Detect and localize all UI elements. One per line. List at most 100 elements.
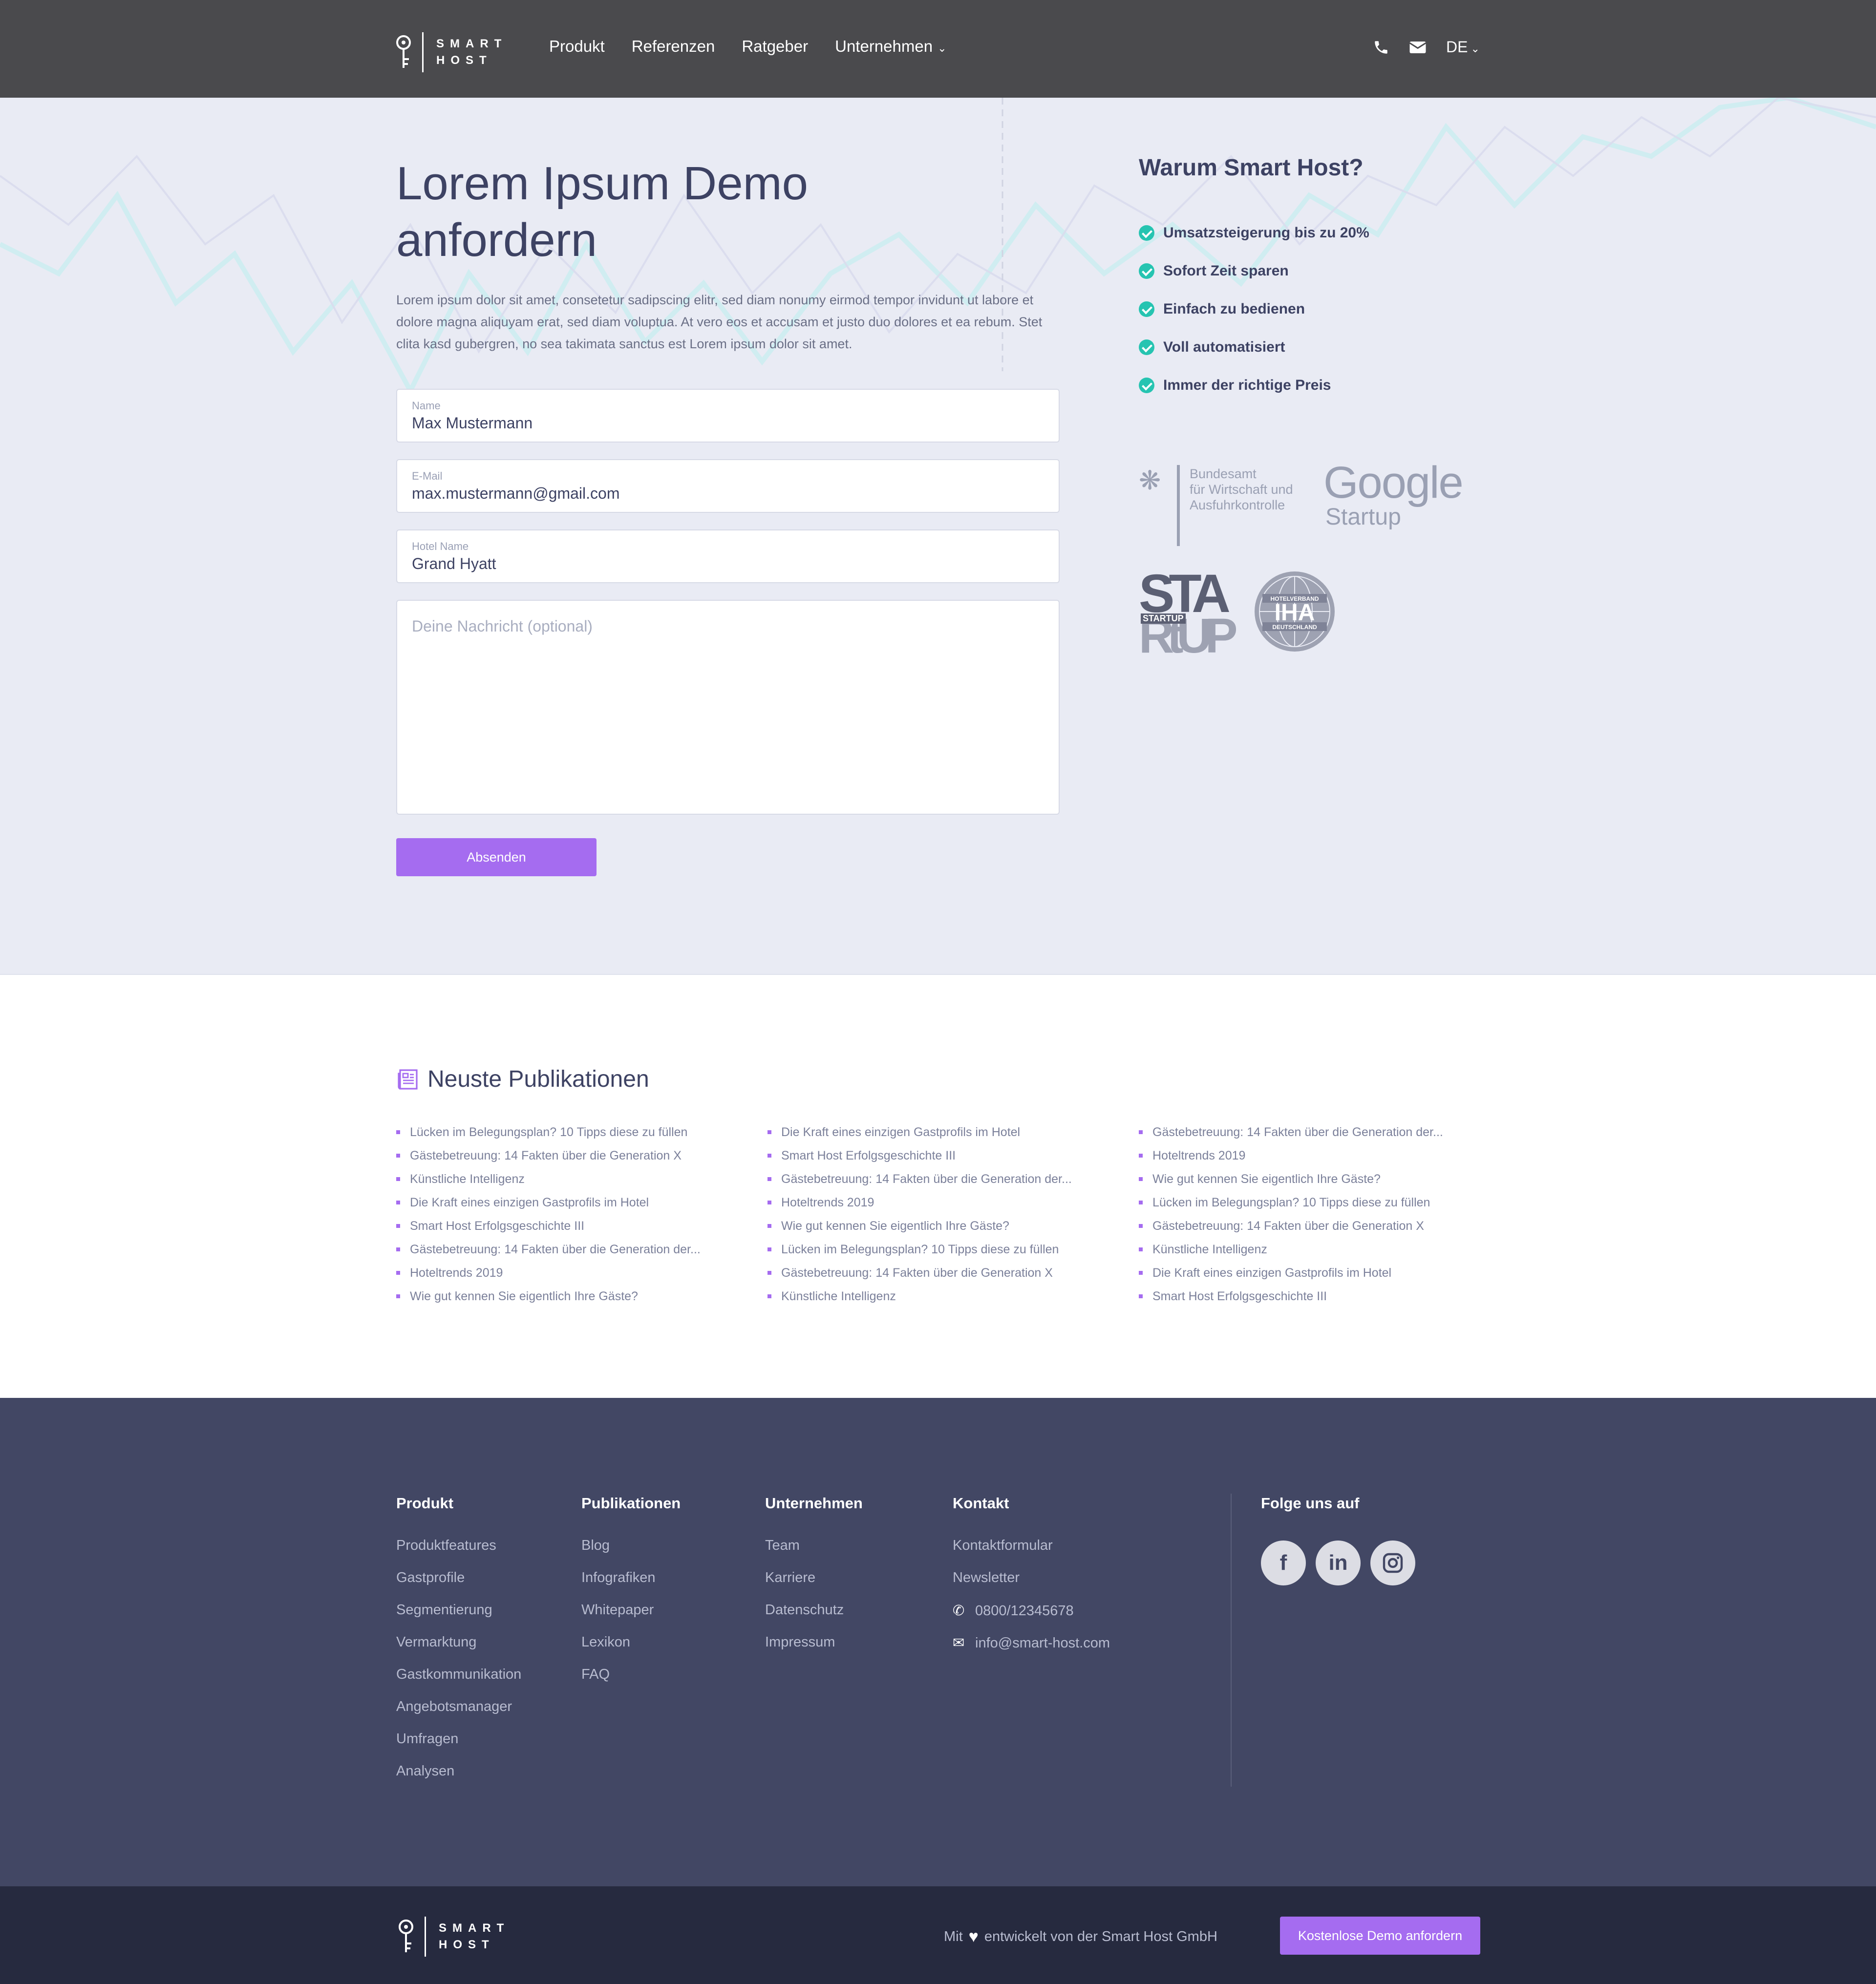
benefit-list: Umsatzsteigerung bis zu 20% Sofort Zeit …	[1139, 214, 1369, 404]
footer-link[interactable]: Impressum	[765, 1634, 863, 1667]
message-field[interactable]	[396, 600, 1060, 815]
footer-phone-number: 0800/12345678	[975, 1603, 1074, 1619]
publication-link[interactable]: Smart Host Erfolgsgeschichte III	[396, 1214, 701, 1238]
google-wordmark: Google	[1323, 458, 1464, 507]
footer-link[interactable]: Segmentierung	[396, 1602, 521, 1634]
publication-link[interactable]: Lücken im Belegungsplan? 10 Tipps diese …	[1139, 1191, 1443, 1214]
message-textarea[interactable]	[397, 601, 1059, 814]
benefit-label: Umsatzsteigerung bis zu 20%	[1163, 225, 1369, 241]
publication-link[interactable]: Künstliche Intelligenz	[396, 1167, 701, 1191]
iha-logo-mid-text: IHA	[1275, 600, 1315, 626]
footer-link[interactable]: Karriere	[765, 1570, 863, 1602]
demo-request-section: Lorem Ipsum Demo anfordern Lorem ipsum d…	[0, 98, 1876, 975]
language-selector[interactable]: DE ⌄	[1446, 38, 1480, 56]
logo-divider	[425, 1917, 426, 1957]
brand-logo[interactable]: SMART HOST	[394, 32, 507, 72]
publication-link[interactable]: Smart Host Erfolgsgeschichte III	[1139, 1285, 1443, 1308]
publication-link[interactable]: Lücken im Belegungsplan? 10 Tipps diese …	[767, 1238, 1072, 1261]
publication-link[interactable]: Die Kraft eines einzigen Gastprofils im …	[1139, 1261, 1443, 1285]
nav-item-produkt[interactable]: Produkt	[549, 37, 605, 56]
nav-item-referenzen[interactable]: Referenzen	[632, 37, 715, 56]
footer-brand-logo[interactable]: SMART HOST	[396, 1917, 510, 1957]
publication-link[interactable]: Smart Host Erfolgsgeschichte III	[767, 1144, 1072, 1167]
footer-link[interactable]: Whitepaper	[581, 1602, 681, 1634]
free-demo-button[interactable]: Kostenlose Demo anfordern	[1280, 1917, 1480, 1955]
footer-link[interactable]: Infografiken	[581, 1570, 681, 1602]
instagram-icon[interactable]	[1370, 1541, 1415, 1585]
google-startup-logo: Google Startup	[1323, 458, 1464, 530]
chevron-down-icon: ⌄	[938, 42, 947, 54]
publication-link[interactable]: Gästebetreuung: 14 Fakten über die Gener…	[1139, 1120, 1443, 1144]
footer-link[interactable]: FAQ	[581, 1667, 681, 1699]
footer-link[interactable]: Lexikon	[581, 1634, 681, 1667]
brand-wordmark: SMART HOST	[436, 37, 508, 67]
submit-button[interactable]: Absenden	[396, 838, 597, 876]
email-input[interactable]	[412, 485, 1037, 503]
footer-phone-link[interactable]: ✆ 0800/12345678	[953, 1602, 1110, 1634]
footer-link[interactable]: Vermarktung	[396, 1634, 521, 1667]
hotel-name-field-label: Hotel Name	[412, 540, 469, 552]
check-circle-icon	[1139, 339, 1154, 355]
benefit-item: Einfach zu bedienen	[1139, 290, 1369, 328]
iha-logo-bottom-text: DEUTSCHLAND	[1272, 624, 1317, 631]
publication-link[interactable]: Gästebetreuung: 14 Fakten über die Gener…	[767, 1261, 1072, 1285]
name-field[interactable]: Name	[396, 389, 1060, 443]
language-label: DE	[1446, 38, 1468, 56]
footer-link[interactable]: Newsletter	[953, 1570, 1110, 1602]
publication-link[interactable]: Künstliche Intelligenz	[1139, 1238, 1443, 1261]
publication-link[interactable]: Lücken im Belegungsplan? 10 Tipps diese …	[396, 1120, 701, 1144]
footer-link[interactable]: Team	[765, 1538, 863, 1570]
publication-link[interactable]: Wie gut kennen Sie eigentlich Ihre Gäste…	[396, 1285, 701, 1308]
publication-link[interactable]: Gästebetreuung: 14 Fakten über die Gener…	[1139, 1214, 1443, 1238]
mail-icon: ✉	[953, 1635, 965, 1651]
footer-link[interactable]: Kontaktformular	[953, 1538, 1110, 1570]
publication-link[interactable]: Die Kraft eines einzigen Gastprofils im …	[767, 1120, 1072, 1144]
footer-column-social: Folge uns auf f in	[1261, 1495, 1415, 1585]
startup-wordmark: Startup	[1325, 504, 1401, 530]
nav-item-ratgeber[interactable]: Ratgeber	[742, 37, 808, 56]
publication-link[interactable]: Gästebetreuung: 14 Fakten über die Gener…	[396, 1238, 701, 1261]
publication-link[interactable]: Wie gut kennen Sie eigentlich Ihre Gäste…	[767, 1214, 1072, 1238]
footer-link[interactable]: Datenschutz	[765, 1602, 863, 1634]
name-input[interactable]	[412, 414, 1037, 432]
footer-link[interactable]: Analysen	[396, 1763, 521, 1795]
startup-logo-badge: STARTUP	[1141, 613, 1186, 624]
publication-link[interactable]: Hoteltrends 2019	[767, 1191, 1072, 1214]
intro-text: Lorem ipsum dolor sit amet, consetetur s…	[396, 293, 1043, 351]
publication-link[interactable]: Gästebetreuung: 14 Fakten über die Gener…	[767, 1167, 1072, 1191]
linkedin-icon[interactable]: in	[1316, 1541, 1361, 1585]
facebook-icon[interactable]: f	[1261, 1541, 1306, 1585]
key-logo-icon	[399, 1920, 413, 1952]
benefit-item: Immer der richtige Preis	[1139, 366, 1369, 404]
check-circle-icon	[1139, 301, 1154, 317]
newspaper-icon	[398, 1069, 418, 1090]
nav-item-unternehmen[interactable]: Unternehmen ⌄	[835, 37, 946, 56]
footer-heading: Kontakt	[953, 1495, 1009, 1512]
publication-link[interactable]: Hoteltrends 2019	[396, 1261, 701, 1285]
mail-icon[interactable]	[1409, 40, 1427, 55]
benefit-item: Voll automatisiert	[1139, 328, 1369, 366]
footer-link[interactable]: Produktfeatures	[396, 1538, 521, 1570]
footer-link[interactable]: Angebotsmanager	[396, 1699, 521, 1731]
footer-link[interactable]: Gastprofile	[396, 1570, 521, 1602]
benefit-label: Immer der richtige Preis	[1163, 377, 1331, 393]
footer-link[interactable]: Gastkommunikation	[396, 1667, 521, 1699]
hotel-name-field[interactable]: Hotel Name	[396, 529, 1060, 583]
footer-link[interactable]: Umfragen	[396, 1731, 521, 1763]
hotel-name-input[interactable]	[412, 555, 1037, 573]
publication-link[interactable]: Die Kraft eines einzigen Gastprofils im …	[396, 1191, 701, 1214]
publications-title: Neuste Publikationen	[427, 1066, 649, 1092]
footer-link[interactable]: Blog	[581, 1538, 681, 1570]
name-field-label: Name	[412, 400, 441, 412]
publication-link[interactable]: Wie gut kennen Sie eigentlich Ihre Gäste…	[1139, 1167, 1443, 1191]
publication-link[interactable]: Gästebetreuung: 14 Fakten über die Gener…	[396, 1144, 701, 1167]
check-circle-icon	[1139, 263, 1154, 279]
phone-icon[interactable]	[1373, 39, 1389, 56]
publication-link[interactable]: Künstliche Intelligenz	[767, 1285, 1072, 1308]
logo-divider	[422, 32, 424, 72]
publication-list-col-2: Die Kraft eines einzigen Gastprofils im …	[767, 1120, 1072, 1308]
email-field[interactable]: E-Mail	[396, 459, 1060, 513]
publication-link[interactable]: Hoteltrends 2019	[1139, 1144, 1443, 1167]
heart-icon: ♥	[968, 1927, 979, 1946]
footer-email-link[interactable]: ✉ info@smart-host.com	[953, 1634, 1110, 1667]
